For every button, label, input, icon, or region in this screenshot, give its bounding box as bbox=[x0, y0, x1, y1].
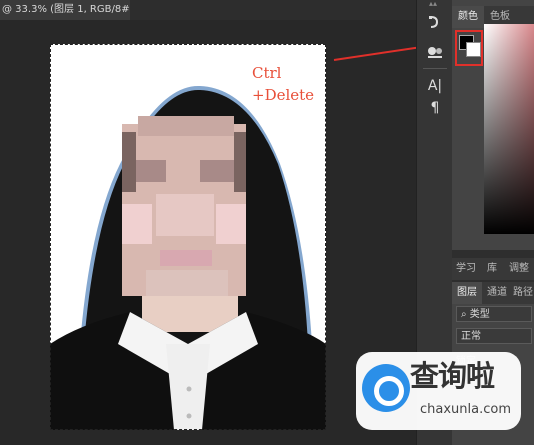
hint-line-2: +Delete bbox=[252, 86, 315, 104]
tab-adjustments[interactable]: 调整 bbox=[504, 258, 534, 280]
layer-filter-select[interactable]: ⌕ 类型 bbox=[456, 306, 532, 322]
collapse-icon[interactable]: ▴▴ bbox=[429, 0, 441, 8]
swatch-highlight-box bbox=[455, 30, 483, 66]
tab-paths[interactable]: 路径 bbox=[512, 282, 534, 304]
brush-preset-icon[interactable] bbox=[425, 44, 445, 64]
layers-panel-tabs: 图层 通道 路径 bbox=[452, 282, 534, 304]
blend-mode-select[interactable]: 正常 bbox=[456, 328, 532, 344]
tool-divider bbox=[423, 68, 447, 69]
tab-color[interactable]: 颜色 bbox=[452, 6, 484, 28]
history-icon[interactable] bbox=[425, 14, 445, 34]
shortcut-hint: Ctrl +Delete bbox=[252, 62, 322, 106]
watermark-logo-ring bbox=[374, 376, 404, 406]
character-icon[interactable]: A| bbox=[425, 76, 445, 96]
tab-layers[interactable]: 图层 bbox=[452, 282, 482, 304]
paragraph-icon[interactable]: ¶ bbox=[425, 98, 445, 118]
hint-line-1: Ctrl bbox=[252, 64, 282, 82]
search-icon: ⌕ bbox=[461, 309, 470, 320]
document-tab[interactable]: @ 33.3% (图层 1, RGB/8#) * bbox=[0, 0, 130, 20]
color-picker-field[interactable] bbox=[484, 24, 534, 234]
learn-panel-tabs: 学习 库 调整 bbox=[452, 258, 534, 280]
tab-channels[interactable]: 通道 bbox=[482, 282, 512, 304]
watermark-text: 查询啦 bbox=[410, 359, 495, 393]
layer-filter-label: 类型 bbox=[469, 309, 490, 320]
pixelated-face bbox=[122, 116, 246, 296]
tab-learn[interactable]: 学习 bbox=[452, 258, 480, 280]
watermark-url: chaxunla.com bbox=[420, 402, 511, 417]
panel-separator bbox=[452, 250, 534, 258]
tab-strip bbox=[128, 0, 416, 20]
tab-library[interactable]: 库 bbox=[480, 258, 504, 280]
